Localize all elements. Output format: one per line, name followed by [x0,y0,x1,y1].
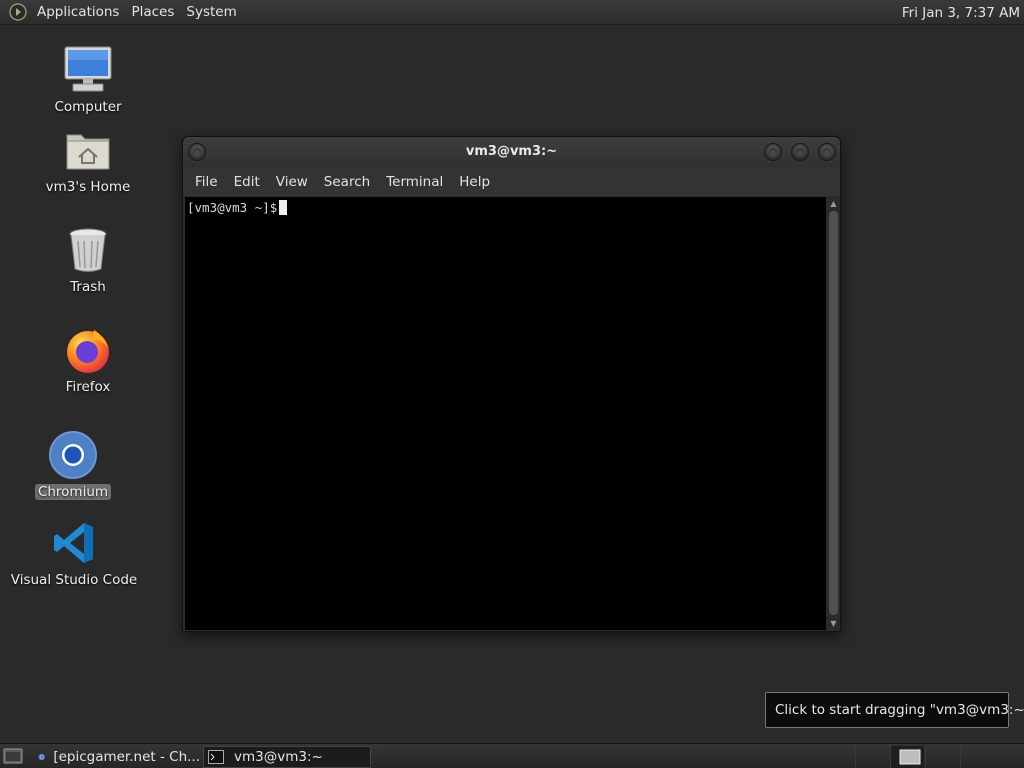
desktop-icon-computer[interactable]: Computer [28,45,148,115]
terminal-icon [208,750,224,764]
terminal-titlebar[interactable]: vm3@vm3:~ [183,137,840,167]
bottom-panel: [epicgamer.net - Ch... vm3@vm3:~ [0,743,1024,768]
desktop-icon-label: Firefox [65,379,111,395]
trash-icon [63,225,113,275]
show-desktop-icon[interactable] [3,748,23,764]
top-panel: Applications Places System Fri Jan 3, 7:… [0,0,1024,25]
computer-icon [63,45,113,95]
desktop-icon-label: vm3's Home [45,179,131,195]
tooltip-text: Click to start dragging "vm3@vm3:~" [775,702,1024,718]
scroll-down-icon[interactable]: ▼ [829,619,838,628]
menu-terminal[interactable]: Terminal [378,174,451,190]
terminal-scrollbar[interactable]: ▲ ▼ [827,197,840,630]
desktop-icon-label: Computer [54,99,122,115]
workspace-2[interactable] [890,746,924,768]
taskbar-item-label: vm3@vm3:~ [234,749,323,765]
drag-tooltip: Click to start dragging "vm3@vm3:~" [765,692,1024,728]
terminal-prompt: [vm3@vm3 ~]$ [187,200,278,215]
desktop-icon-label: Chromium [34,484,112,500]
firefox-icon [63,325,113,375]
top-menu: Applications Places System [0,0,243,24]
terminal-title: vm3@vm3:~ [465,144,558,159]
desktop-icon-label: Trash [70,279,106,295]
workspace-3[interactable] [925,746,959,768]
taskbar-item-chromium[interactable]: [epicgamer.net - Ch... [34,746,200,768]
desktop-icon-trash[interactable]: Trash [28,225,148,295]
terminal-menubar: File Edit View Search Terminal Help [183,167,840,196]
chromium-icon [48,430,98,480]
workspace-1[interactable] [855,746,889,768]
taskbar-item-label: [epicgamer.net - Ch... [53,749,200,765]
menu-help[interactable]: Help [451,174,498,190]
scroll-up-icon[interactable]: ▲ [829,199,838,208]
home-folder-icon [63,125,113,175]
desktop-icon-firefox[interactable]: Firefox [28,325,148,395]
minimize-button[interactable] [764,143,782,161]
desktop-icon-vscode[interactable]: Visual Studio Code [11,518,137,588]
chromium-icon [38,753,45,761]
terminal-output[interactable]: [vm3@vm3 ~]$ [185,197,826,630]
system-menu[interactable]: System [180,0,242,24]
desktop-icon-chromium[interactable]: Chromium [13,430,133,500]
taskbar-item-terminal[interactable]: vm3@vm3:~ [203,746,371,768]
distro-logo-icon[interactable] [9,3,27,21]
terminal-window[interactable]: vm3@vm3:~ File Edit View Search Terminal… [182,136,841,632]
clock[interactable]: Fri Jan 3, 7:37 AM [902,0,1020,25]
menu-file[interactable]: File [187,174,226,190]
workspace-window-icon [899,749,921,765]
menu-view[interactable]: View [268,174,316,190]
workspace-4[interactable] [960,746,994,768]
vscode-icon [49,518,99,568]
maximize-button[interactable] [791,143,809,161]
desktop-icon-home[interactable]: vm3's Home [28,125,148,195]
applications-menu[interactable]: Applications [31,0,125,24]
desktop-icon-label: Visual Studio Code [10,572,138,588]
menu-edit[interactable]: Edit [226,174,268,190]
terminal-cursor [279,200,288,215]
close-button[interactable] [818,143,836,161]
menu-search[interactable]: Search [316,174,378,190]
scrollbar-thumb[interactable] [829,211,838,615]
places-menu[interactable]: Places [125,0,180,24]
